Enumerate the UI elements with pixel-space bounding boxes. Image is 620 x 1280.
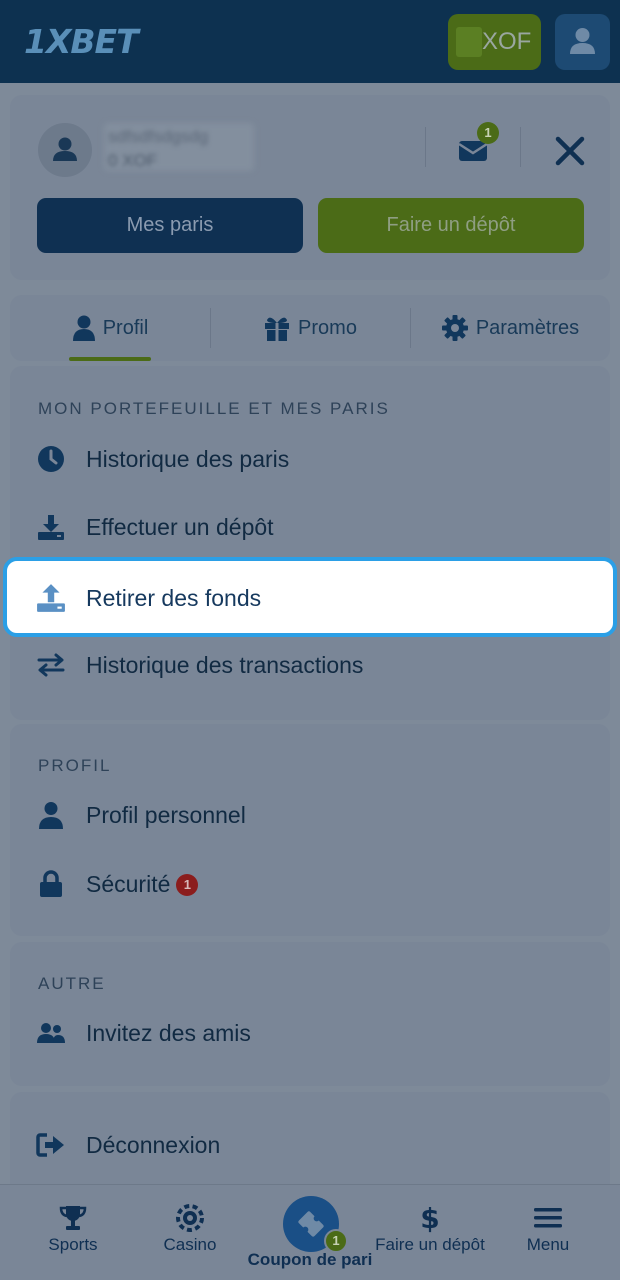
menu-item-label: Déconnexion — [86, 1131, 221, 1158]
account-card: sdfsdfsdgsdg 0 XOF 1 Mes paris Faire un … — [10, 95, 610, 280]
divider — [520, 127, 521, 167]
active-tab-indicator — [69, 357, 151, 361]
menu-item-logout[interactable]: Déconnexion — [10, 1117, 610, 1173]
avatar-user-icon — [53, 137, 77, 161]
account-balance: 0 XOF — [108, 151, 158, 170]
account-username: sdfsdfsdgsdg — [108, 127, 209, 146]
avatar — [38, 123, 92, 177]
security-label: Sécurité — [86, 870, 171, 897]
upload-icon — [36, 583, 66, 618]
nav-label: Menu — [526, 1235, 570, 1254]
user-icon — [570, 28, 595, 54]
menu-item-deposit[interactable]: Effectuer un dépôt — [10, 499, 610, 555]
balance-button[interactable]: XOF — [448, 14, 541, 70]
clock-icon — [36, 445, 66, 473]
menu-item-label: Sécurité 1 — [86, 870, 199, 898]
menu-item-invite-friends[interactable]: Invitez des amis — [10, 1005, 610, 1061]
trophy-icon — [13, 1203, 133, 1233]
logo[interactable]: 1XBET — [24, 22, 139, 61]
security-badge: 1 — [176, 873, 199, 896]
nav-label: Casino — [163, 1235, 217, 1254]
section-title: MON PORTEFEUILLE ET MES PARIS — [38, 399, 390, 418]
balance-amount-blurred — [456, 27, 482, 57]
nav-label: Faire un dépôt — [375, 1235, 485, 1254]
tab-profil[interactable]: Profil — [10, 295, 210, 361]
nav-sports[interactable]: Sports — [13, 1203, 133, 1255]
nav-label: Sports — [48, 1235, 98, 1254]
section-title: AUTRE — [38, 974, 106, 993]
currency-label: XOF — [482, 28, 532, 55]
dollar-icon: $ — [420, 1201, 440, 1235]
account-button[interactable] — [555, 14, 610, 70]
nav-menu[interactable]: Menu — [488, 1203, 608, 1255]
friends-icon — [36, 1019, 66, 1047]
profile-tabs: Profil Promo Paramètres — [10, 295, 610, 361]
menu-item-label: Invitez des amis — [86, 1019, 251, 1046]
menu-item-personal-profile[interactable]: Profil personnel — [10, 787, 610, 843]
menu-item-label: Profil personnel — [86, 801, 246, 828]
menu-item-bet-history[interactable]: Historique des paris — [10, 431, 610, 487]
chip-icon — [130, 1203, 250, 1233]
tab-label: Promo — [298, 316, 357, 339]
menu-item-label: Historique des transactions — [86, 651, 364, 678]
tab-promo[interactable]: Promo — [210, 295, 410, 361]
tab-label: Profil — [102, 316, 149, 339]
transfer-icon — [36, 651, 66, 679]
lock-icon — [36, 870, 66, 898]
other-section: AUTRE Invitez des amis — [10, 942, 610, 1086]
hamburger-icon — [488, 1203, 608, 1233]
nav-casino[interactable]: Casino — [130, 1203, 250, 1255]
bottom-nav: Sports Casino 1 Coupon de pari $ Faire u… — [0, 1184, 620, 1280]
menu-item-withdraw[interactable]: Retirer des fonds — [3, 557, 617, 637]
mail-badge: 1 — [477, 122, 499, 144]
download-icon — [36, 513, 66, 541]
user-icon — [72, 315, 95, 341]
logout-icon — [36, 1131, 66, 1159]
menu-item-security[interactable]: Sécurité 1 — [10, 856, 610, 912]
my-bets-button[interactable]: Mes paris — [37, 198, 303, 253]
nav-deposit[interactable]: $ Faire un dépôt — [370, 1201, 490, 1255]
menu-item-label: Historique des paris — [86, 445, 290, 472]
tab-parametres[interactable]: Paramètres — [410, 295, 610, 361]
wallet-section: MON PORTEFEUILLE ET MES PARIS Historique… — [10, 366, 610, 720]
section-title: PROFIL — [38, 756, 112, 775]
profile-section: PROFIL Profil personnel Sécurité 1 — [10, 724, 610, 936]
divider — [425, 127, 426, 167]
menu-item-label: Effectuer un dépôt — [86, 513, 274, 540]
menu-item-label: Retirer des fonds — [86, 585, 262, 611]
deposit-button[interactable]: Faire un dépôt — [318, 198, 584, 253]
person-icon — [36, 801, 66, 829]
nav-label: Coupon de pari — [247, 1250, 373, 1269]
tab-label: Paramètres — [475, 316, 580, 339]
close-icon[interactable] — [550, 131, 590, 171]
top-bar: 1XBET XOF — [0, 0, 620, 83]
gift-icon — [265, 317, 290, 341]
menu-item-transaction-history[interactable]: Historique des transactions — [10, 637, 610, 693]
gear-icon — [441, 315, 468, 341]
